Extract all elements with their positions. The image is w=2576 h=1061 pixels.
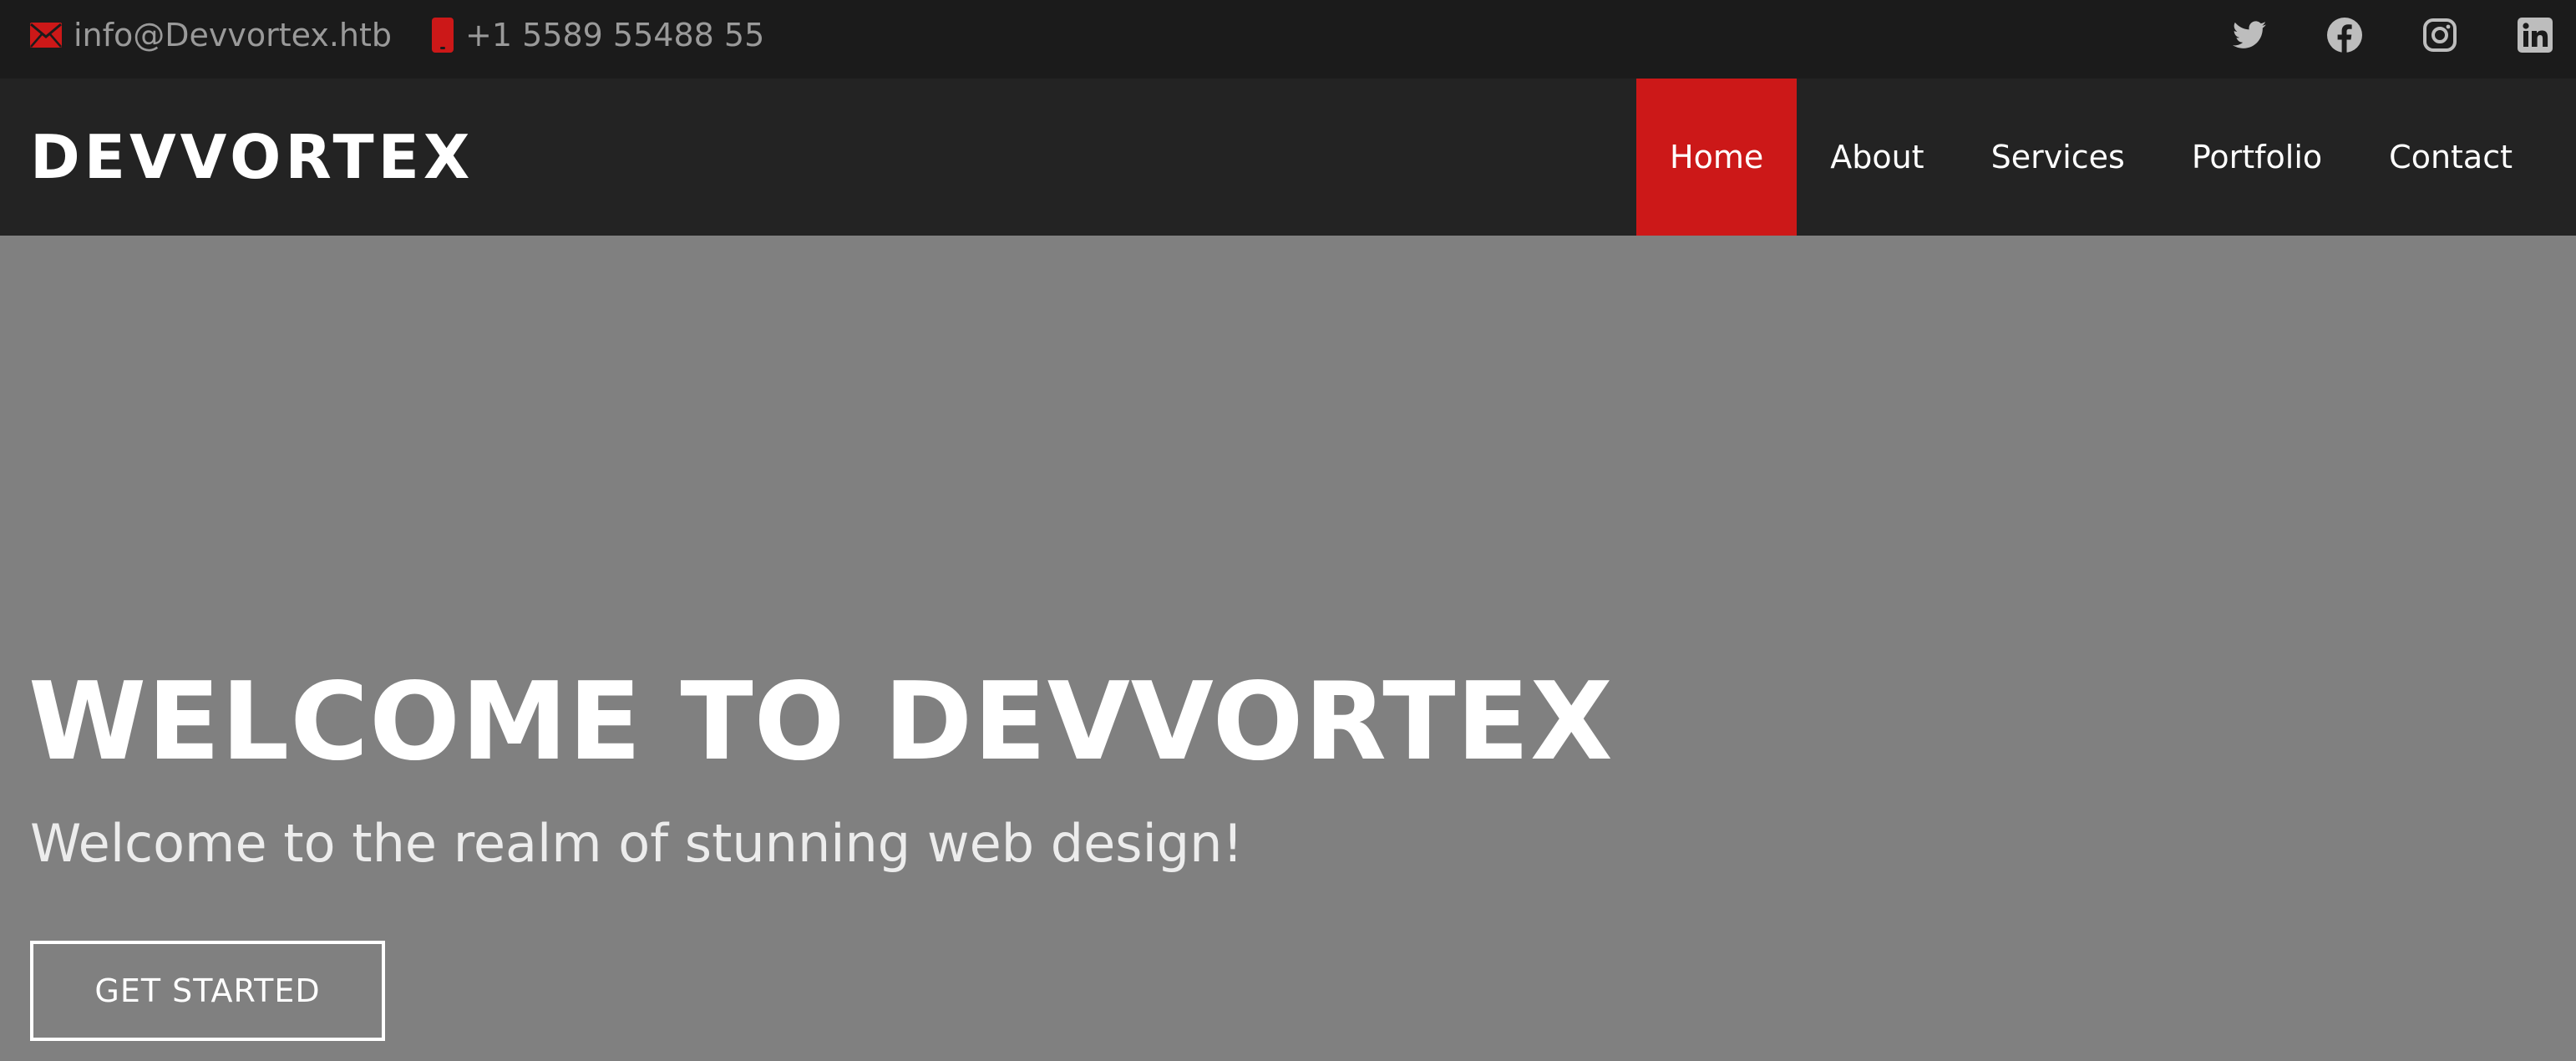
main-nav: Home About Services Portfolio Contact [1636, 79, 2576, 236]
email-text[interactable]: info@Devvortex.htb [74, 17, 392, 53]
phone-contact[interactable]: +1 5589 55488 55 [432, 17, 764, 53]
site-logo[interactable]: DEVVORTEX [30, 79, 474, 236]
envelope-icon [30, 23, 62, 48]
twitter-icon[interactable] [2230, 16, 2269, 54]
get-started-button[interactable]: GET STARTED [30, 941, 385, 1041]
nav-about[interactable]: About [1797, 79, 1957, 236]
nav-contact[interactable]: Contact [2355, 79, 2576, 236]
nav-services[interactable]: Services [1958, 79, 2158, 236]
email-contact[interactable]: info@Devvortex.htb [30, 17, 392, 53]
nav-home[interactable]: Home [1636, 79, 1798, 236]
instagram-icon[interactable] [2421, 16, 2459, 54]
navbar: DEVVORTEX Home About Services Portfolio … [0, 79, 2576, 236]
contact-info: info@Devvortex.htb +1 5589 55488 55 [30, 0, 764, 70]
nav-portfolio[interactable]: Portfolio [2158, 79, 2355, 236]
hero-subtitle: Welcome to the realm of stunning web des… [30, 813, 1244, 874]
facebook-icon[interactable] [2325, 16, 2364, 54]
phone-icon [432, 18, 454, 53]
hero-title: WELCOME TO DEVVORTEX [28, 660, 1614, 784]
social-links [2173, 0, 2554, 70]
linkedin-icon[interactable] [2516, 16, 2554, 54]
top-bar: info@Devvortex.htb +1 5589 55488 55 [0, 0, 2576, 79]
phone-text[interactable]: +1 5589 55488 55 [465, 17, 764, 53]
